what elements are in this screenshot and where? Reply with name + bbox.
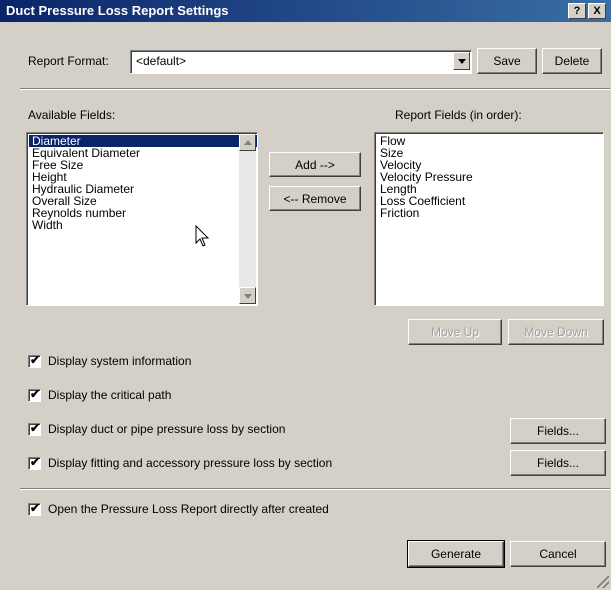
checkmark-icon: ✔: [30, 501, 41, 515]
generate-button[interactable]: Generate: [407, 540, 505, 568]
option-checkbox[interactable]: ✔: [28, 501, 41, 516]
help-button[interactable]: ?: [568, 3, 586, 19]
save-button[interactable]: Save: [477, 48, 537, 74]
chevron-down-icon: [458, 59, 466, 64]
section-fields-button[interactable]: Fields...: [510, 418, 606, 444]
checkmark-icon: ✔: [30, 421, 41, 435]
separator: [20, 488, 610, 490]
scroll-up-button[interactable]: [239, 134, 256, 151]
report-fields-label: Report Fields (in order):: [395, 108, 522, 122]
report-format-label: Report Format:: [28, 54, 109, 68]
separator: [20, 88, 610, 90]
checkmark-icon: ✔: [30, 455, 41, 469]
list-item[interactable]: Reynolds number: [29, 207, 257, 219]
option-label[interactable]: Display duct or pipe pressure loss by se…: [48, 422, 285, 436]
option-label[interactable]: Display system information: [48, 354, 191, 368]
list-item[interactable]: Flow: [377, 135, 603, 147]
move-down-button[interactable]: Move Down: [508, 319, 604, 345]
delete-button[interactable]: Delete: [542, 48, 602, 74]
chevron-down-icon: [244, 294, 252, 299]
checkmark-icon: ✔: [30, 353, 41, 367]
available-fields-scrollbar[interactable]: [239, 134, 256, 304]
mouse-cursor-icon: [195, 225, 210, 247]
scroll-down-button[interactable]: [239, 287, 256, 304]
list-item[interactable]: Friction: [377, 207, 603, 219]
report-format-combo[interactable]: <default>: [130, 50, 472, 74]
option-label[interactable]: Display the critical path: [48, 388, 171, 402]
move-up-button[interactable]: Move Up: [408, 319, 502, 345]
cancel-button[interactable]: Cancel: [510, 541, 606, 567]
title-bar: Duct Pressure Loss Report Settings ? X: [0, 0, 611, 22]
add-button[interactable]: Add -->: [269, 152, 361, 177]
resize-grip-icon[interactable]: [597, 576, 609, 588]
option-label[interactable]: Open the Pressure Loss Report directly a…: [48, 502, 329, 516]
available-fields-label: Available Fields:: [28, 108, 116, 122]
option-checkbox[interactable]: ✔: [28, 421, 41, 436]
chevron-up-icon: [244, 140, 252, 145]
report-fields-list[interactable]: Flow Size Velocity Velocity Pressure Length L…: [374, 132, 604, 306]
combo-dropdown-button[interactable]: [453, 52, 470, 70]
option-checkbox[interactable]: ✔: [28, 387, 41, 402]
fitting-fields-button[interactable]: Fields...: [510, 450, 606, 476]
option-checkbox[interactable]: ✔: [28, 353, 41, 368]
close-button[interactable]: X: [588, 3, 606, 19]
remove-button[interactable]: <-- Remove: [269, 186, 361, 211]
report-format-value: <default>: [136, 54, 187, 68]
available-fields-list[interactable]: Diameter Equivalent Diameter Free Size Heig…: [26, 132, 258, 306]
option-checkbox[interactable]: ✔: [28, 455, 41, 470]
list-item[interactable]: Width: [29, 219, 257, 231]
option-label[interactable]: Display fitting and accessory pressure l…: [48, 456, 332, 470]
window-title: Duct Pressure Loss Report Settings: [6, 3, 229, 18]
checkmark-icon: ✔: [30, 387, 41, 401]
